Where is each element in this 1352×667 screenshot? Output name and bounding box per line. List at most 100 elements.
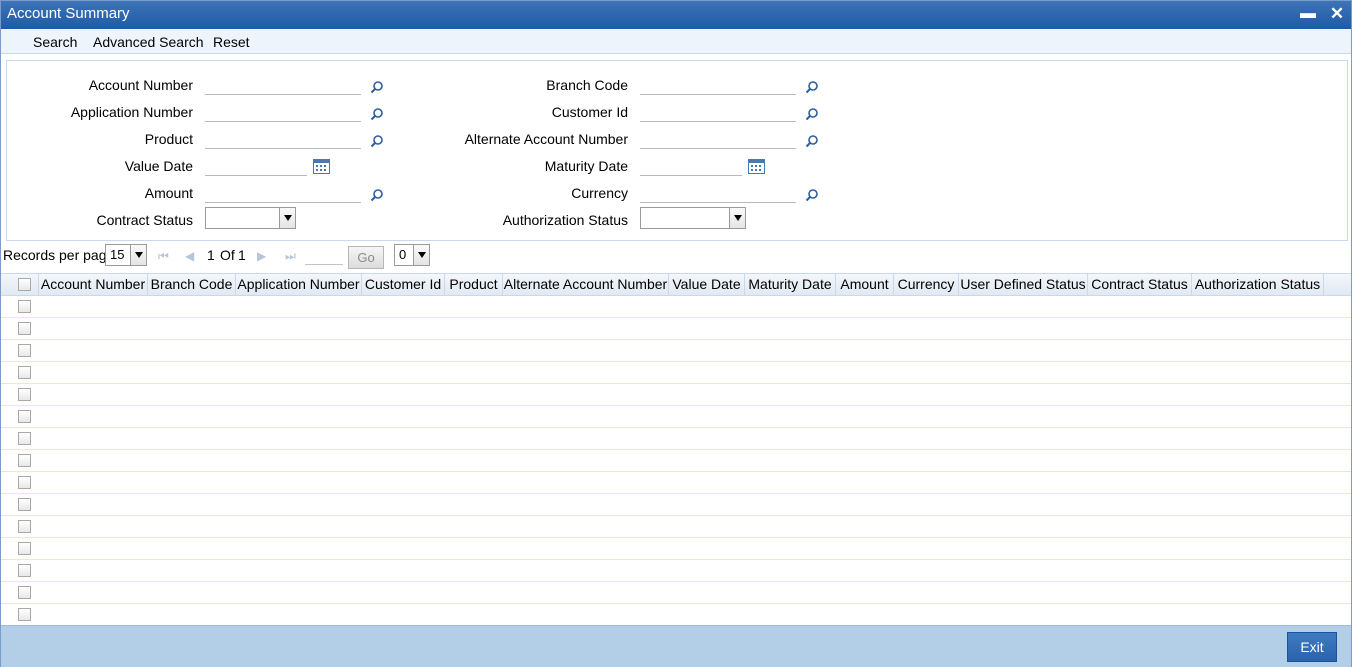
row-checkbox[interactable]: [18, 454, 31, 467]
row-checkbox[interactable]: [18, 520, 31, 533]
row-checkbox[interactable]: [18, 432, 31, 445]
column-header[interactable]: Contract Status: [1088, 274, 1192, 296]
table-row[interactable]: [1, 450, 1351, 472]
column-header[interactable]: Amount: [836, 274, 894, 296]
table-row[interactable]: [1, 296, 1351, 318]
calendar-icon[interactable]: [748, 159, 765, 174]
table-row[interactable]: [1, 472, 1351, 494]
column-header[interactable]: Currency: [894, 274, 959, 296]
lock-columns-select[interactable]: 0: [394, 244, 430, 266]
row-checkbox[interactable]: [18, 498, 31, 511]
column-header[interactable]: Account Number: [39, 274, 148, 296]
row-checkbox[interactable]: [18, 300, 31, 313]
chevron-down-icon[interactable]: [413, 245, 429, 265]
row-checkbox[interactable]: [18, 322, 31, 335]
account-number-input[interactable]: [205, 77, 361, 95]
customer-id-input[interactable]: [640, 104, 796, 122]
row-checkbox[interactable]: [18, 388, 31, 401]
pagination-bar: Records per page 15 ⏮ ◀ 1 Of 1 ▶ ⏭ Go 0: [1, 243, 1351, 269]
row-checkbox[interactable]: [18, 344, 31, 357]
records-per-page-label: Records per page: [3, 247, 115, 263]
branch-code-label: Branch Code: [546, 77, 628, 93]
last-page-icon[interactable]: ⏭: [285, 250, 297, 262]
alternate-account-number-label: Alternate Account Number: [464, 131, 628, 147]
application-number-input[interactable]: [205, 104, 361, 122]
table-row[interactable]: [1, 428, 1351, 450]
page-of-label: Of: [220, 247, 235, 263]
column-header[interactable]: Alternate Account Number: [503, 274, 669, 296]
value-date-input[interactable]: [205, 158, 307, 176]
table-row[interactable]: [1, 384, 1351, 406]
column-header[interactable]: Maturity Date: [745, 274, 836, 296]
table-row[interactable]: [1, 340, 1351, 362]
amount-input[interactable]: [205, 185, 361, 203]
records-per-page-select[interactable]: 15: [105, 244, 147, 266]
row-checkbox[interactable]: [18, 410, 31, 423]
column-header[interactable]: Product: [445, 274, 503, 296]
column-header[interactable]: Application Number: [236, 274, 362, 296]
column-header[interactable]: Branch Code: [148, 274, 236, 296]
search-icon[interactable]: [370, 107, 384, 121]
authorization-status-select[interactable]: [640, 207, 746, 229]
reset-button[interactable]: Reset: [213, 34, 250, 50]
table-row[interactable]: [1, 582, 1351, 604]
search-icon[interactable]: [805, 80, 819, 94]
first-page-icon[interactable]: ⏮: [158, 250, 170, 262]
maturity-date-label: Maturity Date: [544, 158, 628, 174]
column-header[interactable]: Value Date: [669, 274, 745, 296]
account-number-label: Account Number: [88, 77, 193, 93]
table-row[interactable]: [1, 318, 1351, 340]
minimize-icon[interactable]: ▬: [1297, 1, 1319, 29]
product-label: Product: [144, 131, 193, 147]
chevron-down-icon[interactable]: [729, 208, 745, 228]
search-criteria-panel: Account Number Application Number Produc…: [6, 60, 1348, 241]
search-icon[interactable]: [805, 107, 819, 121]
row-checkbox[interactable]: [18, 366, 31, 379]
table-header: Account Number Branch Code Application Num…: [1, 273, 1351, 296]
row-checkbox[interactable]: [18, 608, 31, 621]
authorization-status-label: Authorization Status: [502, 212, 628, 228]
table-row[interactable]: [1, 604, 1351, 626]
search-icon[interactable]: [370, 80, 384, 94]
row-checkbox[interactable]: [18, 476, 31, 489]
row-checkbox[interactable]: [18, 564, 31, 577]
next-page-icon[interactable]: ▶: [257, 250, 269, 262]
lock-columns-value: 0: [399, 247, 407, 262]
alternate-account-number-input[interactable]: [640, 131, 796, 149]
column-header[interactable]: User Defined Status: [959, 274, 1088, 296]
row-checkbox[interactable]: [18, 542, 31, 555]
search-icon[interactable]: [805, 134, 819, 148]
calendar-icon[interactable]: [313, 159, 330, 174]
table-row[interactable]: [1, 494, 1351, 516]
table-row[interactable]: [1, 516, 1351, 538]
previous-page-icon[interactable]: ◀: [185, 250, 197, 262]
chevron-down-icon[interactable]: [279, 208, 295, 228]
table-row[interactable]: [1, 538, 1351, 560]
go-button[interactable]: Go: [348, 246, 384, 269]
column-header[interactable]: Authorization Status: [1192, 274, 1324, 296]
currency-input[interactable]: [640, 185, 796, 203]
value-date-label: Value Date: [124, 158, 193, 174]
current-page: 1: [207, 247, 215, 263]
search-icon[interactable]: [370, 134, 384, 148]
search-icon[interactable]: [805, 188, 819, 202]
records-per-page-value: 15: [110, 247, 125, 262]
row-checkbox[interactable]: [18, 586, 31, 599]
chevron-down-icon[interactable]: [130, 245, 146, 265]
maturity-date-input[interactable]: [640, 158, 742, 176]
table-row[interactable]: [1, 362, 1351, 384]
exit-button[interactable]: Exit: [1287, 632, 1337, 662]
branch-code-input[interactable]: [640, 77, 796, 95]
table-row[interactable]: [1, 560, 1351, 582]
go-to-page-input[interactable]: [305, 249, 343, 265]
search-button[interactable]: Search: [33, 34, 77, 50]
contract-status-select[interactable]: [205, 207, 296, 229]
table-row[interactable]: [1, 406, 1351, 428]
select-all-checkbox[interactable]: [18, 278, 31, 291]
footer-bar: Exit: [1, 625, 1351, 667]
close-icon[interactable]: ✕: [1326, 1, 1348, 29]
search-icon[interactable]: [370, 188, 384, 202]
product-input[interactable]: [205, 131, 361, 149]
column-header[interactable]: Customer Id: [362, 274, 445, 296]
advanced-search-button[interactable]: Advanced Search: [93, 34, 204, 50]
